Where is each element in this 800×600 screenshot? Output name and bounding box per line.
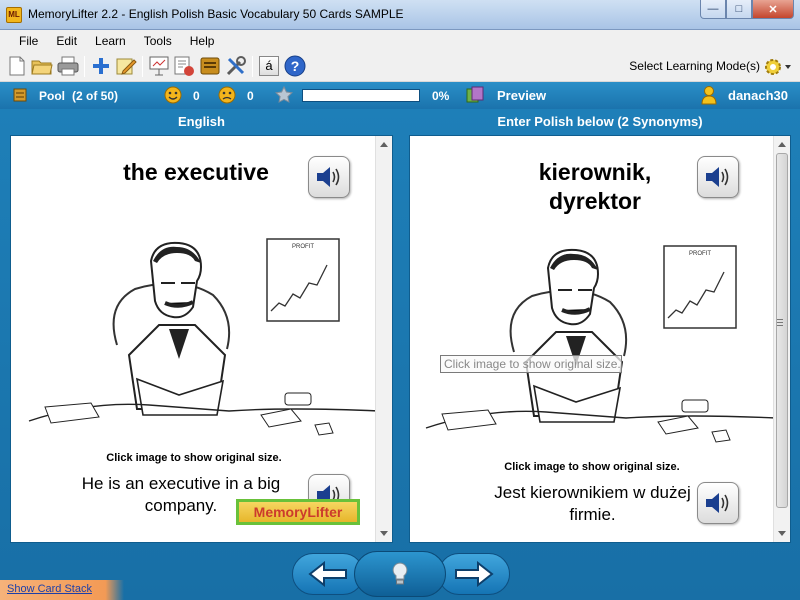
toolbar: á ? Select Learning Mode(s) bbox=[0, 51, 800, 82]
next-card-button[interactable] bbox=[438, 553, 510, 595]
window-title: MemoryLifter 2.2 - English Polish Basic … bbox=[28, 7, 404, 21]
show-card-stack-tab: Show Card Stack bbox=[0, 580, 124, 600]
speaker-icon bbox=[706, 493, 729, 513]
answer-word: kierownik, dyrektor bbox=[538, 159, 652, 214]
answer-card: kierownik, dyrektor PROFIT Click image t… bbox=[409, 135, 791, 543]
memorylifter-logo: MemoryLifter bbox=[236, 499, 360, 525]
menu-help[interactable]: Help bbox=[181, 34, 224, 48]
pool-count: (2 of 50) bbox=[72, 89, 119, 103]
scroll-up-arrow[interactable] bbox=[380, 142, 388, 147]
question-audio-button[interactable] bbox=[308, 156, 350, 198]
menu-file[interactable]: File bbox=[10, 34, 47, 48]
edit-cards-icon[interactable] bbox=[115, 55, 137, 77]
learning-area: English Enter Polish below (2 Synonyms) … bbox=[0, 109, 800, 600]
speaker-icon bbox=[706, 167, 729, 187]
open-folder-icon[interactable] bbox=[31, 55, 53, 77]
image-tooltip: Click image to show original size. bbox=[440, 355, 622, 373]
svg-text:PROFIT: PROFIT bbox=[292, 244, 314, 250]
add-card-icon[interactable] bbox=[90, 55, 112, 77]
answer-scrollbar[interactable] bbox=[773, 136, 790, 542]
pool-label: Pool bbox=[39, 89, 65, 103]
menu-bar: File Edit Learn Tools Help bbox=[0, 30, 800, 51]
user-icon bbox=[700, 85, 718, 108]
menu-learn[interactable]: Learn bbox=[86, 34, 135, 48]
executive-illustration[interactable]: PROFIT bbox=[19, 231, 380, 454]
arrow-right-icon bbox=[455, 561, 494, 587]
app-icon: ML bbox=[6, 7, 22, 23]
scrollbar-thumb[interactable] bbox=[776, 153, 788, 508]
print-icon[interactable] bbox=[57, 55, 79, 77]
question-header: English bbox=[178, 114, 225, 129]
help-icon[interactable]: ? bbox=[284, 55, 306, 77]
wrong-count: 0 bbox=[247, 89, 254, 103]
close-button[interactable]: ✕ bbox=[752, 0, 794, 19]
scrollbar-grip bbox=[777, 319, 783, 326]
answer-header: Enter Polish below (2 Synonyms) bbox=[497, 114, 703, 129]
executive-illustration[interactable]: PROFIT bbox=[416, 238, 777, 461]
correct-count: 0 bbox=[193, 89, 200, 103]
status-bar: Pool (2 of 50) 0 0 0% Preview danach30 bbox=[0, 82, 800, 109]
scroll-down-arrow[interactable] bbox=[380, 531, 388, 536]
window-controls: — □ ✕ bbox=[700, 0, 794, 20]
menu-edit[interactable]: Edit bbox=[47, 34, 86, 48]
question-card: the executive PROFIT Click image to show… bbox=[10, 135, 393, 543]
answer-example-audio-button[interactable] bbox=[697, 482, 739, 524]
answer-example: Jest kierownikiem w dużej firmie. bbox=[494, 483, 691, 524]
new-file-icon[interactable] bbox=[6, 55, 28, 77]
card-box-icon[interactable] bbox=[199, 55, 221, 77]
progress-bar bbox=[302, 89, 420, 102]
preview-icon[interactable] bbox=[466, 86, 486, 107]
scroll-down-arrow[interactable] bbox=[778, 531, 786, 536]
lightbulb-icon bbox=[392, 562, 408, 585]
toolbar-separator bbox=[142, 56, 143, 77]
smiley-sad-icon bbox=[218, 86, 236, 107]
settings-tools-icon[interactable] bbox=[225, 55, 247, 77]
svg-text:?: ? bbox=[291, 58, 300, 74]
smiley-happy-icon bbox=[164, 86, 182, 107]
title-bar: ML MemoryLifter 2.2 - English Polish Bas… bbox=[0, 0, 800, 30]
answer-audio-button[interactable] bbox=[697, 156, 739, 198]
username: danach30 bbox=[728, 88, 788, 103]
question-image-hint: Click image to show original size. bbox=[106, 452, 282, 464]
presentation-icon[interactable] bbox=[148, 55, 170, 77]
scroll-up-arrow[interactable] bbox=[778, 142, 786, 147]
preview-button[interactable]: Preview bbox=[497, 88, 546, 103]
toolbar-separator bbox=[252, 56, 253, 77]
card-navigation bbox=[292, 551, 510, 597]
minimize-button[interactable]: — bbox=[700, 0, 726, 19]
answer-image-hint: Click image to show original size. bbox=[504, 461, 680, 473]
hint-button[interactable] bbox=[354, 551, 446, 597]
progress-percent: 0% bbox=[432, 89, 450, 103]
toolbar-separator bbox=[84, 56, 85, 77]
question-scrollbar[interactable] bbox=[375, 136, 392, 542]
learning-mode-gear-icon[interactable] bbox=[762, 56, 792, 78]
pool-icon bbox=[13, 88, 27, 105]
learning-mode-label[interactable]: Select Learning Mode(s) bbox=[629, 59, 760, 73]
maximize-button[interactable]: □ bbox=[726, 0, 752, 19]
arrow-left-icon bbox=[308, 561, 347, 587]
special-characters-icon[interactable]: á bbox=[258, 55, 280, 77]
speaker-icon bbox=[317, 167, 340, 187]
statistics-icon[interactable] bbox=[173, 55, 195, 77]
question-word: the executive bbox=[123, 159, 269, 185]
menu-tools[interactable]: Tools bbox=[135, 34, 181, 48]
star-icon bbox=[274, 85, 294, 107]
svg-text:PROFIT: PROFIT bbox=[689, 251, 711, 257]
show-card-stack-link[interactable]: Show Card Stack bbox=[7, 583, 92, 595]
